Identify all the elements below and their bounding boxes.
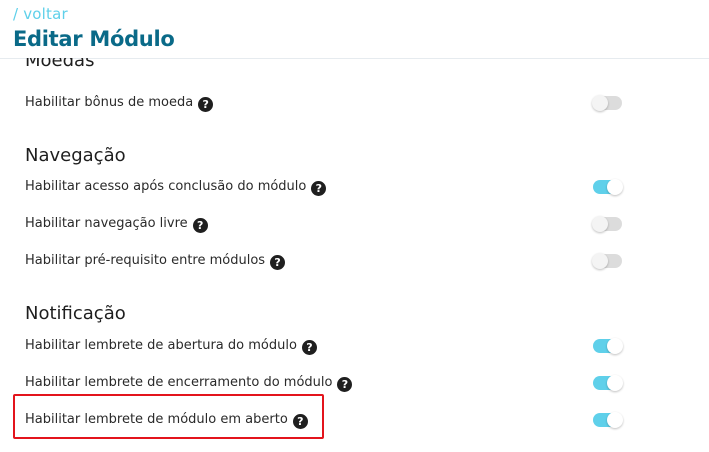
toggle-knob: [607, 338, 623, 354]
setting-row-closing-reminder: Habilitar lembrete de encerramento do mó…: [25, 371, 625, 395]
toggle-knob: [607, 412, 623, 428]
section-title-moedas: Moedas: [25, 58, 95, 71]
back-link[interactable]: / voltar: [13, 5, 68, 23]
toggle-knob: [607, 375, 623, 391]
setting-row-access-after-completion: Habilitar acesso após conclusão do módul…: [25, 175, 625, 199]
toggle-switch[interactable]: [593, 375, 623, 391]
setting-row-free-navigation: Habilitar navegação livre?: [25, 212, 625, 236]
setting-row-opening-reminder: Habilitar lembrete de abertura do módulo…: [25, 334, 625, 358]
toggle-switch[interactable]: [593, 412, 623, 428]
page-header: / voltar Editar Módulo: [0, 0, 709, 59]
help-icon[interactable]: ?: [198, 97, 214, 112]
setting-row-prerequisite: Habilitar pré-requisito entre módulos?: [25, 249, 625, 273]
toggle-switch[interactable]: [592, 253, 622, 269]
toggle-switch[interactable]: [592, 95, 622, 111]
setting-label: Habilitar navegação livre?: [25, 216, 208, 233]
toggle-knob: [592, 216, 608, 232]
setting-label: Habilitar lembrete de encerramento do mó…: [25, 375, 353, 392]
toggle-switch[interactable]: [593, 179, 623, 195]
help-icon[interactable]: ?: [311, 181, 327, 196]
highlight-box: [13, 394, 324, 439]
setting-label: Habilitar lembrete de abertura do módulo…: [25, 338, 317, 355]
help-icon[interactable]: ?: [301, 340, 317, 355]
page-title: Editar Módulo: [13, 27, 175, 51]
help-icon[interactable]: ?: [337, 377, 353, 392]
section-title-notificacao: Notificação: [25, 303, 126, 324]
setting-label: Habilitar bônus de moeda?: [25, 95, 214, 112]
toggle-knob: [592, 95, 608, 111]
setting-row-coin-bonus: Habilitar bônus de moeda?: [25, 91, 625, 115]
toggle-switch[interactable]: [592, 216, 622, 232]
section-title-navegacao: Navegação: [25, 145, 126, 166]
help-icon[interactable]: ?: [192, 218, 208, 233]
toggle-knob: [607, 179, 623, 195]
toggle-knob: [592, 253, 608, 269]
setting-label: Habilitar acesso após conclusão do módul…: [25, 179, 327, 196]
setting-label: Habilitar pré-requisito entre módulos?: [25, 253, 286, 270]
help-icon[interactable]: ?: [270, 255, 286, 270]
toggle-switch[interactable]: [593, 338, 623, 354]
